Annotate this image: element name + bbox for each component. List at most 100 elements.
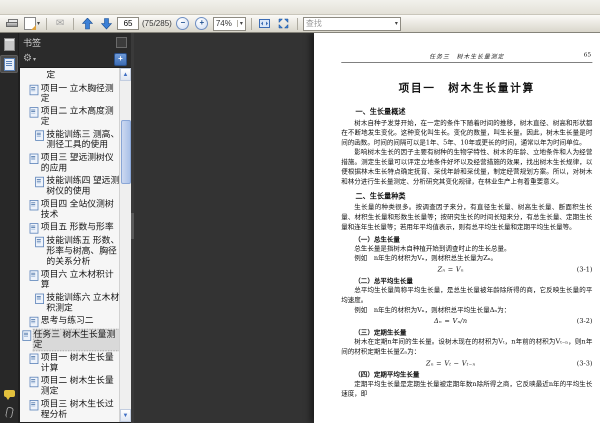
- page-count-label: (75/285): [142, 19, 172, 28]
- block-text: （三）定期生长量: [354, 328, 407, 337]
- menu-item[interactable]: [51, 6, 63, 8]
- save-icon: [24, 17, 36, 30]
- toolbar-separator: [250, 17, 252, 30]
- text-block: 二、生长量种类: [341, 191, 592, 201]
- text-block: Zₙ = Vₜ − Vₜ₋ₙ (3-3): [341, 360, 592, 367]
- bookmark-item[interactable]: 任务三 树木生长量测定: [21, 328, 119, 352]
- menu-item[interactable]: [15, 6, 27, 8]
- pages-panel-button[interactable]: [1, 36, 17, 52]
- bookmark-item[interactable]: 技能训练五 形数、形率与树高、胸径的关系分析: [21, 235, 119, 269]
- arrow-up-icon: [81, 17, 93, 29]
- bookmark-item[interactable]: 项目一 立木胸径测定: [21, 82, 119, 105]
- comments-panel-button[interactable]: [1, 385, 17, 401]
- bookmark-label: 项目六 立木材积计算: [40, 269, 114, 290]
- toolbar: ▾ ✉ (75/285) − + 74% ▾ ▾: [0, 15, 600, 33]
- block-text: 项目一 树木生长量计算: [398, 81, 536, 95]
- scrollbar-thumb[interactable]: [121, 120, 131, 184]
- block-text: 树木自种子发芽开始，在一定的条件下随着时间的推移，树木直径、树高和形状都在不断地…: [341, 119, 593, 147]
- menu-item[interactable]: [63, 6, 75, 8]
- bookmark-page-icon: [29, 376, 39, 388]
- bookmark-page-icon: [29, 353, 39, 364]
- formula-text: Zₙ = Vₜ − Vₜ₋ₙ: [426, 359, 476, 368]
- block-text: 定期平均生长量是定期生长量被定期年数n除所得之商，它反映最近n年的平均生长速度，…: [341, 380, 593, 398]
- menu-item[interactable]: [39, 6, 51, 8]
- bookmark-label: 技能训练五 形数、形率与树高、胸径的关系分析: [46, 236, 119, 267]
- running-header: 任务三 树木生长量测定 65: [341, 52, 592, 61]
- text-block: 树木自种子发芽开始，在一定的条件下随着时间的推移，树木直径、树高和形状都在不断地…: [341, 119, 592, 148]
- bookmark-page-icon: [29, 270, 39, 281]
- scroll-up-button[interactable]: ▲: [120, 68, 131, 81]
- running-header-title: 任务三 树木生长量测定: [429, 53, 505, 61]
- pdf-reader-window: ▾ ✉ (75/285) − + 74% ▾ ▾ 书签: [0, 0, 600, 423]
- zoom-in-icon: +: [195, 17, 209, 30]
- bookmarks-panel-button[interactable]: [0, 55, 18, 73]
- bookmark-item[interactable]: 定: [21, 69, 119, 83]
- block-text: 二、生长量种类: [355, 191, 406, 201]
- bookmark-label: 项目五 形数与形率: [40, 222, 114, 233]
- text-block: 例如 n年生的材积为Vₙ，则材积总生长量为Zₙ。: [341, 254, 592, 264]
- document-canvas[interactable]: 任务三 树木生长量测定 65 项目一 树木生长量计算一、生长量概述树木自种子发芽…: [134, 33, 600, 423]
- caret-down-icon[interactable]: ▾: [395, 20, 398, 27]
- bookmark-item[interactable]: 项目四 全站仪测树技术: [21, 198, 119, 221]
- zoom-out-button[interactable]: −: [175, 16, 191, 32]
- bookmark-item[interactable]: 项目六 立木材积计算: [21, 268, 119, 291]
- bookmark-label: 项目二 树木生长量测定: [40, 375, 114, 396]
- zoom-in-button[interactable]: +: [194, 16, 210, 32]
- zoom-level-select[interactable]: 74% ▾: [212, 16, 246, 31]
- find-input[interactable]: [305, 19, 394, 28]
- new-bookmark-button[interactable]: +: [114, 52, 127, 66]
- attachments-panel-button[interactable]: [1, 404, 17, 420]
- bookmark-label: 项目四 全站仪测树技术: [40, 199, 114, 220]
- bookmark-item[interactable]: 技能训练六 立木材积测定: [21, 292, 119, 315]
- panel-menu-button[interactable]: [116, 36, 127, 48]
- bookmark-item[interactable]: 项目三 树木生长过程分析: [21, 398, 119, 421]
- bookmark-page-icon: [29, 399, 39, 411]
- menu-item[interactable]: [3, 6, 15, 8]
- fit-page-button[interactable]: [276, 16, 292, 32]
- bookmark-page-icon: [29, 316, 39, 328]
- toolbar-separator: [46, 17, 48, 30]
- equation-number: (3-1): [576, 266, 593, 274]
- nav-icon-strip: [0, 33, 19, 423]
- bookmark-label: 项目一 树木生长量计算: [40, 352, 114, 373]
- panel-title: 书签: [23, 37, 42, 48]
- bookmark-item[interactable]: 技能训练三 测高、测径工具的使用: [21, 129, 119, 152]
- bookmark-label: 任务三 树木生长量测定: [32, 328, 119, 352]
- block-text: （四）定期平均生长量: [354, 370, 420, 379]
- text-block: （四）定期平均生长量: [341, 370, 592, 379]
- bookmark-page-icon: [35, 177, 44, 188]
- bookmark-label: 定: [46, 70, 56, 80]
- block-text: 一、生长量概述: [355, 107, 406, 117]
- bookmark-item[interactable]: 思考与练习二: [21, 315, 119, 329]
- text-block: 一、生长量概述: [341, 107, 592, 117]
- bookmark-item[interactable]: 项目二 树木生长量测定: [21, 375, 119, 398]
- bookmark-item[interactable]: 项目五 形数与形率: [21, 221, 119, 235]
- text-block: （二）总平均生长量: [341, 276, 592, 285]
- bookmark-item[interactable]: 项目三 望远测树仪的应用: [21, 152, 119, 175]
- save-button[interactable]: ▾: [23, 16, 41, 32]
- menu-item[interactable]: [75, 6, 87, 8]
- bookmark-page-icon: [22, 330, 32, 341]
- header-rule: [341, 62, 593, 63]
- text-block: 项目一 树木生长量计算: [341, 79, 592, 95]
- bookmark-options-button[interactable]: ⚙ ▾: [23, 54, 36, 64]
- bookmark-item[interactable]: 技能训练七 各种生长量的计算及生长量关系验证: [21, 421, 119, 422]
- menu-item[interactable]: [27, 6, 39, 8]
- formula-text: Δₙ = Vₙ/n: [433, 317, 468, 326]
- email-button[interactable]: ✉: [52, 16, 68, 32]
- print-button[interactable]: [4, 16, 20, 32]
- page-number-input[interactable]: [117, 17, 140, 30]
- bookmark-item[interactable]: 项目二 立木高度测定: [21, 106, 119, 129]
- previous-page-button[interactable]: [79, 16, 95, 32]
- scroll-down-button[interactable]: ▼: [120, 409, 131, 422]
- bookmark-page-icon: [35, 130, 44, 142]
- block-text: （二）总平均生长量: [354, 277, 413, 285]
- bookmark-label: 技能训练四 望远测树仪的使用: [46, 176, 119, 197]
- fit-width-button[interactable]: [257, 16, 273, 32]
- bookmark-label: 技能训练三 测高、测径工具的使用: [46, 129, 119, 150]
- bookmark-item[interactable]: 技能训练四 望远测树仪的使用: [21, 175, 119, 198]
- printer-icon: [6, 19, 18, 28]
- text-block: 树木在定期n年间的生长量。设树木现在的材积为Vₜ，n年前的材积为Vₜ₋ₙ，则n年…: [341, 338, 592, 358]
- next-page-button[interactable]: [98, 16, 114, 32]
- bookmark-item[interactable]: 项目一 树木生长量计算: [21, 351, 119, 374]
